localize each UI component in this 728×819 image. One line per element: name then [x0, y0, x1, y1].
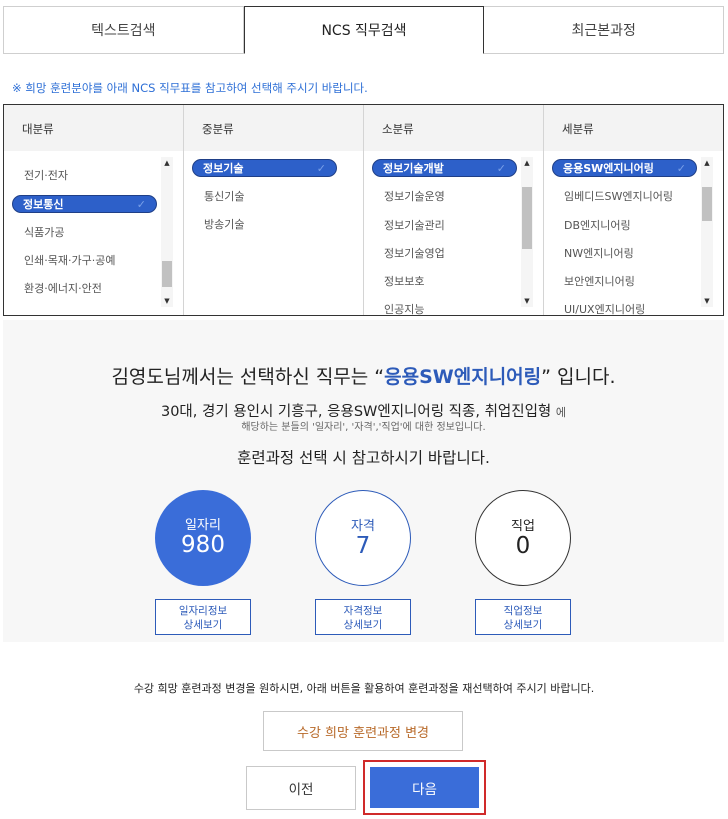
ncs-category-table: 대분류 전기·전자 정보통신 ✓ 식품가공 인쇄·목재·가구·공예 환경·에너지·… [3, 104, 724, 316]
check-icon: ✓ [316, 162, 326, 175]
list-item[interactable]: NW엔지니어링 [552, 245, 634, 263]
tab-ncs-search[interactable]: NCS 직무검색 [243, 6, 485, 54]
list-item[interactable]: 인쇄·목재·가구·공예 [12, 252, 115, 270]
middle-category-list: 정보기술 ✓ 통신기술 방송기술 [184, 151, 363, 315]
stat-label: 자격 [351, 519, 375, 534]
minor-category-column: 소분류 정보기술개발 ✓ 정보기술운영 정보기술관리 정보기술영업 정보보호 인공… [364, 105, 544, 315]
selected-job-message: 김영도님께서는 선택하신 직무는 “응용SW엔지니어링” 입니다. [3, 362, 724, 389]
occupations-detail-button[interactable]: 직업정보 상세보기 [475, 599, 571, 635]
list-item[interactable]: 통신기술 [192, 188, 244, 206]
list-item-selected[interactable]: 응용SW엔지니어링 ✓ [552, 159, 697, 177]
guide-text: 훈련과정 선택 시 참고하시기 바랍니다. [237, 449, 490, 467]
list-item-label: 정보기술 [203, 162, 244, 175]
list-item[interactable]: 인공지능 [372, 301, 424, 315]
stat-value: 7 [355, 533, 371, 559]
change-course-button[interactable]: 수강 희망 훈련과정 변경 [263, 711, 463, 751]
list-item-selected[interactable]: 정보기술개발 ✓ [372, 159, 517, 177]
scrollbar[interactable]: ▲ ▼ [521, 157, 533, 307]
stat-label: 직업 [511, 519, 535, 534]
tab-text-search[interactable]: 텍스트검색 [3, 6, 244, 54]
list-item-selected[interactable]: 정보기술 ✓ [192, 159, 337, 177]
column-header: 대분류 [4, 105, 183, 151]
jobs-detail-button[interactable]: 일자리정보 상세보기 [155, 599, 251, 635]
next-button-highlight: 다음 [363, 760, 486, 815]
scrollbar-thumb[interactable] [162, 261, 172, 287]
list-item-label: 응용SW엔지니어링 [563, 162, 654, 175]
check-icon: ✓ [676, 162, 686, 175]
column-header: 중분류 [184, 105, 363, 151]
notice-text: ※ 희망 훈련분야를 아래 NCS 직무표를 참고하여 선택해 주시기 바랍니다… [12, 81, 368, 95]
list-item[interactable]: 정보보호 [372, 273, 424, 291]
scrollbar-thumb[interactable] [522, 187, 532, 249]
stat-value: 980 [181, 532, 225, 558]
message-suffix: ” 입니다. [541, 366, 616, 388]
column-header: 소분류 [364, 105, 543, 151]
stat-value: 0 [515, 533, 531, 559]
button-label-line1: 직업정보 [503, 605, 543, 617]
selected-job-name: 응용SW엔지니어링 [384, 366, 542, 388]
detail-category-column: 세분류 응용SW엔지니어링 ✓ 임베디드SW엔지니어링 DB엔지니어링 NW엔지니… [544, 105, 723, 315]
next-button[interactable]: 다음 [370, 767, 479, 808]
check-icon: ✓ [496, 162, 506, 175]
list-item[interactable]: 정보기술운영 [372, 188, 445, 206]
middle-category-column: 중분류 정보기술 ✓ 통신기술 방송기술 [184, 105, 364, 315]
list-item[interactable]: 방송기술 [192, 216, 244, 234]
message-prefix: 김영도님께서는 선택하신 직무는 “ [111, 366, 385, 388]
list-item[interactable]: 정보기술관리 [372, 217, 445, 235]
scroll-up-icon[interactable]: ▲ [701, 157, 713, 169]
scroll-up-icon[interactable]: ▲ [521, 157, 533, 169]
list-item[interactable]: DB엔지니어링 [552, 217, 631, 235]
scrollbar[interactable]: ▲ ▼ [701, 157, 713, 307]
button-label-line2: 상세보기 [503, 619, 543, 631]
stat-label: 일자리 [185, 518, 221, 533]
list-item[interactable]: 임베디드SW엔지니어링 [552, 188, 673, 206]
major-category-list: 전기·전자 정보통신 ✓ 식품가공 인쇄·목재·가구·공예 환경·에너지·안전 ▲… [4, 151, 183, 315]
scrollbar[interactable]: ▲ ▼ [161, 157, 173, 307]
job-info-panel: 김영도님께서는 선택하신 직무는 “응용SW엔지니어링” 입니다. 30대, 경… [3, 320, 724, 642]
scroll-up-icon[interactable]: ▲ [161, 157, 173, 169]
list-item[interactable]: 정보기술영업 [372, 245, 445, 263]
scroll-down-icon[interactable]: ▼ [521, 295, 533, 307]
list-item[interactable]: 환경·에너지·안전 [12, 280, 102, 298]
major-category-column: 대분류 전기·전자 정보통신 ✓ 식품가공 인쇄·목재·가구·공예 환경·에너지·… [4, 105, 184, 315]
list-item[interactable]: 전기·전자 [12, 167, 68, 185]
list-item[interactable]: UI/UX엔지니어링 [552, 301, 645, 315]
list-item[interactable]: 보안엔지니어링 [552, 273, 635, 291]
scroll-down-icon[interactable]: ▼ [701, 295, 713, 307]
detail-category-list: 응용SW엔지니어링 ✓ 임베디드SW엔지니어링 DB엔지니어링 NW엔지니어링 보… [544, 151, 723, 315]
info-subtext: 해당하는 분들의 '일자리', '자격','직업'에 대한 정보입니다. [241, 422, 486, 433]
previous-button[interactable]: 이전 [246, 766, 356, 810]
change-course-note: 수강 희망 훈련과정 변경을 원하시면, 아래 버튼을 활용하여 훈련과정을 재… [133, 682, 595, 695]
list-item[interactable]: 식품가공 [12, 224, 64, 242]
list-item-label: 정보기술개발 [383, 162, 444, 175]
check-icon: ✓ [136, 198, 146, 211]
jobs-count-circle: 일자리 980 [155, 490, 251, 586]
search-tabs: 텍스트검색 NCS 직무검색 최근본과정 [3, 6, 725, 54]
certificates-detail-button[interactable]: 자격정보 상세보기 [315, 599, 411, 635]
button-label-line1: 일자리정보 [178, 605, 228, 617]
minor-category-list: 정보기술개발 ✓ 정보기술운영 정보기술관리 정보기술영업 정보보호 인공지능 ▲… [364, 151, 543, 315]
list-item-label: 정보통신 [23, 198, 64, 211]
certificates-count-circle: 자격 7 [315, 490, 411, 586]
scroll-down-icon[interactable]: ▼ [161, 295, 173, 307]
list-item-selected[interactable]: 정보통신 ✓ [12, 195, 157, 213]
scrollbar-thumb[interactable] [702, 187, 712, 221]
occupations-count-circle: 직업 0 [475, 490, 571, 586]
button-label-line2: 상세보기 [183, 619, 223, 631]
button-label-line2: 상세보기 [343, 619, 383, 631]
tab-recent-courses[interactable]: 최근본과정 [484, 6, 725, 54]
button-label-line1: 자격정보 [343, 605, 383, 617]
column-header: 세분류 [544, 105, 723, 151]
